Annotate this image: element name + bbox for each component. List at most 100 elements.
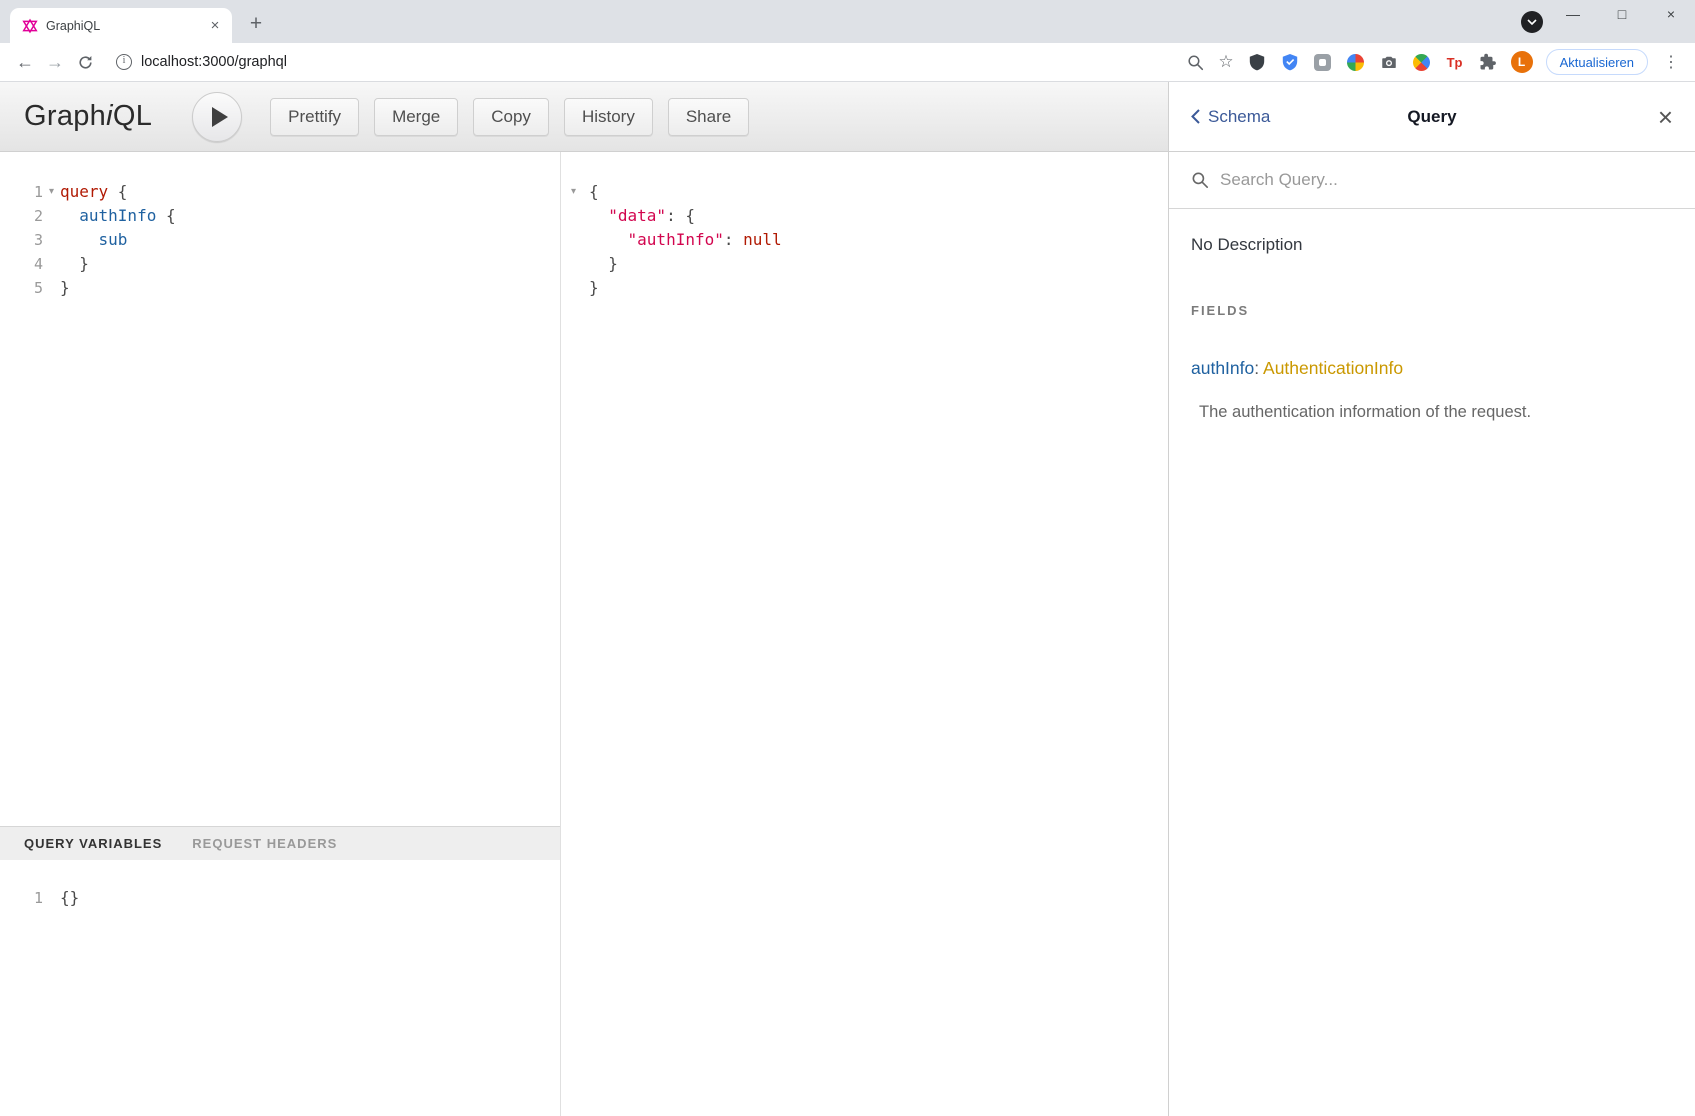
tab-title: GraphiQL xyxy=(46,19,206,33)
close-button[interactable]: × xyxy=(1661,6,1681,22)
maximize-button[interactable]: □ xyxy=(1612,6,1632,22)
execute-button[interactable] xyxy=(192,92,242,142)
gray-extension-icon[interactable] xyxy=(1313,52,1333,72)
doc-explorer: Query Schema × No Description FIELDS xyxy=(1168,82,1695,1116)
profile-avatar[interactable]: L xyxy=(1511,51,1533,73)
merge-button[interactable]: Merge xyxy=(374,98,458,136)
camera-extension-icon[interactable] xyxy=(1379,52,1399,72)
line-number-gutter: 1▾ xyxy=(0,180,60,204)
colorwheel-extension-icon[interactable] xyxy=(1412,52,1432,72)
bookmark-star-icon[interactable]: ☆ xyxy=(1218,52,1233,72)
doc-explorer-header: Query Schema × xyxy=(1169,82,1695,152)
result-pane: ▾{ "data": { "authInfo": null }} xyxy=(561,152,1168,1116)
extensions-puzzle-icon[interactable] xyxy=(1478,52,1498,72)
code-text: sub xyxy=(60,228,127,252)
fold-spacer xyxy=(43,204,60,228)
graphiql-app: GraphiQL Prettify Merge Copy History Sha… xyxy=(0,82,1695,1116)
code-text: {} xyxy=(60,886,79,910)
code-text: } xyxy=(589,276,599,300)
line-number: 1 xyxy=(34,180,43,204)
line-number: 2 xyxy=(34,204,43,228)
tab-request-headers[interactable]: REQUEST HEADERS xyxy=(192,836,337,851)
line-number-gutter: 4 xyxy=(0,252,60,276)
code-line: 3 sub xyxy=(0,228,560,252)
share-button[interactable]: Share xyxy=(668,98,749,136)
fold-toggle-icon[interactable]: ▾ xyxy=(43,180,60,204)
graphiql-logo: GraphiQL xyxy=(24,100,152,133)
query-pane: 1▾query {2 authInfo {3 sub4 }5} QUERY VA… xyxy=(0,152,561,1116)
shield-extension-icon[interactable] xyxy=(1247,52,1267,72)
tp-extension-icon[interactable]: Tp xyxy=(1445,52,1465,72)
chevron-down-icon xyxy=(1527,19,1537,25)
graphiql-main: GraphiQL Prettify Merge Copy History Sha… xyxy=(0,82,1168,1116)
code-text: } xyxy=(60,252,89,276)
prettify-button[interactable]: Prettify xyxy=(270,98,359,136)
doc-content: No Description FIELDS authInfo: Authenti… xyxy=(1169,209,1695,448)
field-separator: : xyxy=(1254,358,1263,378)
reload-icon[interactable] xyxy=(70,54,100,71)
address-bar: ← → i localhost:3000/graphql ☆ xyxy=(0,43,1695,82)
browser-tab[interactable]: GraphiQL × xyxy=(10,8,232,43)
variables-editor[interactable]: 1 {} xyxy=(0,860,560,1116)
line-number: 1 xyxy=(34,886,43,910)
doc-search-bar xyxy=(1169,152,1695,209)
tab-search-button[interactable] xyxy=(1521,11,1543,33)
update-button[interactable]: Aktualisieren xyxy=(1546,49,1648,75)
line-number-gutter: 1 xyxy=(0,886,60,910)
browser-menu-icon[interactable]: ⋮ xyxy=(1661,52,1681,72)
blue-shield-extension-icon[interactable] xyxy=(1280,52,1300,72)
doc-search-input[interactable] xyxy=(1220,170,1673,190)
fold-toggle-icon[interactable]: ▾ xyxy=(571,180,589,204)
field-name-link[interactable]: authInfo xyxy=(1191,358,1254,378)
chevron-left-icon xyxy=(1191,109,1200,124)
fold-spacer xyxy=(571,252,589,276)
query-editor[interactable]: 1▾query {2 authInfo {3 sub4 }5} xyxy=(0,152,560,826)
code-line: "authInfo": null xyxy=(571,228,1168,252)
back-icon[interactable]: ← xyxy=(10,52,40,73)
field-type-link[interactable]: AuthenticationInfo xyxy=(1263,358,1403,378)
fold-spacer xyxy=(43,276,60,300)
code-text: } xyxy=(60,276,70,300)
graphiql-favicon-icon xyxy=(22,18,38,34)
code-line: ▾{ xyxy=(571,180,1168,204)
result-viewer: ▾{ "data": { "authInfo": null }} xyxy=(571,180,1168,300)
code-text: authInfo { xyxy=(60,204,176,228)
code-line: 5} xyxy=(0,276,560,300)
tab-query-variables[interactable]: QUERY VARIABLES xyxy=(24,836,162,851)
code-line: 4 } xyxy=(0,252,560,276)
code-text: query { xyxy=(60,180,127,204)
tab-strip: GraphiQL × + — □ × xyxy=(0,0,1695,43)
line-number-gutter: 2 xyxy=(0,204,60,228)
play-icon xyxy=(212,107,228,127)
url-text[interactable]: localhost:3000/graphql xyxy=(141,54,287,70)
code-line: 1 {} xyxy=(0,886,560,910)
copy-button[interactable]: Copy xyxy=(473,98,549,136)
new-tab-button[interactable]: + xyxy=(244,12,268,36)
code-text: "authInfo": null xyxy=(589,228,782,252)
line-number: 4 xyxy=(34,252,43,276)
toolbar-buttons: Prettify Merge Copy History Share xyxy=(270,98,749,136)
zoom-icon[interactable] xyxy=(1185,52,1205,72)
doc-close-icon[interactable]: × xyxy=(1658,104,1673,130)
fold-spacer xyxy=(43,886,60,910)
forward-icon[interactable]: → xyxy=(40,52,70,73)
fold-spacer xyxy=(43,228,60,252)
doc-back-link[interactable]: Schema xyxy=(1191,107,1270,127)
search-icon xyxy=(1191,171,1209,189)
editor-area: 1▾query {2 authInfo {3 sub4 }5} QUERY VA… xyxy=(0,152,1168,1116)
code-text: { xyxy=(589,180,599,204)
fields-heading: FIELDS xyxy=(1191,303,1673,318)
fold-spacer xyxy=(43,252,60,276)
pinwheel-extension-icon[interactable] xyxy=(1346,52,1366,72)
code-line: 1▾query { xyxy=(0,180,560,204)
fold-spacer xyxy=(571,228,589,252)
site-info-icon[interactable]: i xyxy=(116,54,132,70)
line-number: 3 xyxy=(34,228,43,252)
type-description: No Description xyxy=(1191,235,1673,255)
tab-close-icon[interactable]: × xyxy=(206,17,224,35)
code-text: "data": { xyxy=(589,204,695,228)
minimize-button[interactable]: — xyxy=(1563,6,1583,22)
history-button[interactable]: History xyxy=(564,98,653,136)
line-number-gutter: 3 xyxy=(0,228,60,252)
browser-window: GraphiQL × + — □ × ← → i localhost:3000/… xyxy=(0,0,1695,1116)
